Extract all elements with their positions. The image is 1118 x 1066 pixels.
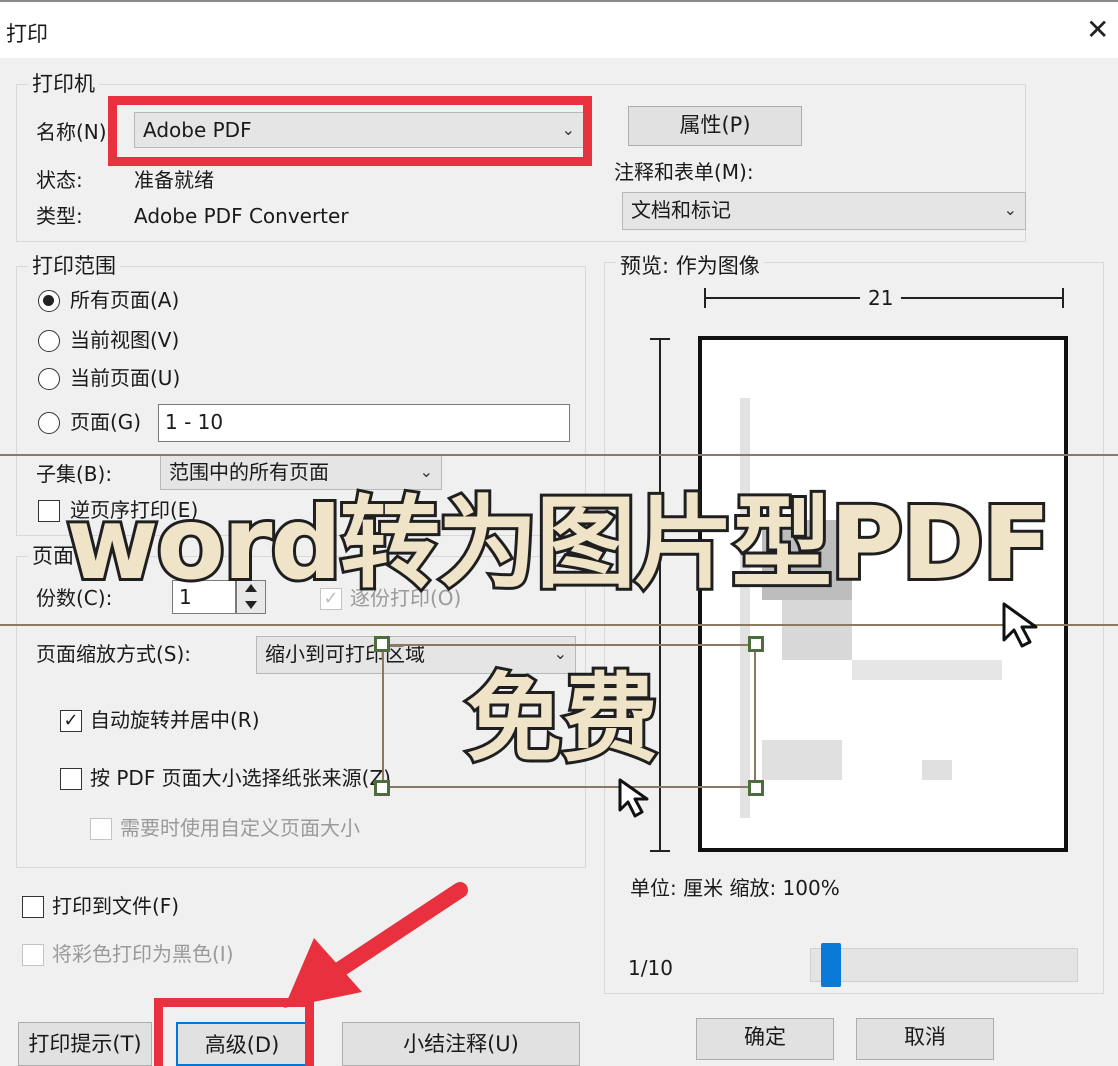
- choose-paper-checkbox[interactable]: [60, 768, 82, 790]
- close-icon[interactable]: ✕: [1086, 16, 1109, 44]
- print-black-checkbox[interactable]: [22, 944, 44, 966]
- current-view-label: 当前视图(V): [70, 328, 180, 352]
- overlay-line-bottom: [0, 624, 1118, 626]
- choose-paper-label: 按 PDF 页面大小选择纸张来源(Z): [90, 766, 391, 790]
- status-value: 准备就绪: [134, 168, 214, 192]
- comments-label: 注释和表单(M):: [614, 160, 754, 184]
- page-counter: 1/10: [628, 956, 673, 980]
- cancel-button[interactable]: 取消: [856, 1018, 994, 1060]
- print-tips-button[interactable]: 打印提示(T): [18, 1022, 152, 1066]
- highlight-box-printer: [108, 96, 592, 166]
- selection-handle[interactable]: [748, 780, 764, 796]
- comments-value: 文档和标记: [631, 198, 731, 222]
- custom-size-checkbox[interactable]: [90, 818, 112, 840]
- auto-rotate-label: 自动旋转并居中(R): [90, 708, 260, 732]
- status-label: 状态:: [36, 168, 83, 192]
- printer-name-label: 名称(N):: [36, 120, 114, 144]
- width-tick-right: [1062, 288, 1064, 308]
- title-bar: 打印 ✕: [0, 0, 1118, 58]
- preview-content-block: [762, 740, 842, 780]
- print-to-file-checkbox[interactable]: [22, 896, 44, 918]
- mouse-pointer-icon: [618, 778, 649, 818]
- units-scale-text: 单位: 厘米 缩放: 100%: [630, 876, 840, 900]
- radio-all-pages[interactable]: [38, 290, 60, 312]
- type-value: Adobe PDF Converter: [134, 204, 349, 228]
- width-dimension-value: 21: [860, 286, 902, 310]
- scaling-label: 页面缩放方式(S):: [36, 642, 192, 666]
- window-title: 打印: [6, 22, 48, 46]
- auto-rotate-checkbox[interactable]: ✓: [60, 710, 82, 732]
- height-tick-top: [650, 338, 670, 340]
- print-to-file-label: 打印到文件(F): [52, 894, 180, 918]
- radio-pages[interactable]: [38, 412, 60, 434]
- preview-content-block: [922, 760, 952, 780]
- subset-value: 范围中的所有页面: [169, 460, 329, 484]
- subset-label: 子集(B):: [36, 462, 113, 486]
- custom-size-label: 需要时使用自定义页面大小: [120, 816, 360, 840]
- reverse-checkbox[interactable]: [38, 500, 60, 522]
- pages-input[interactable]: 1 - 10: [158, 404, 570, 442]
- ok-button[interactable]: 确定: [696, 1018, 834, 1060]
- properties-button[interactable]: 属性(P): [628, 106, 802, 146]
- overlay-headline: word转为图片型PDF: [63, 482, 1054, 605]
- all-pages-label: 所有页面(A): [70, 288, 180, 312]
- preview-content-block: [782, 600, 852, 660]
- pages-label: 页面(G): [70, 410, 142, 434]
- overlay-subline: 免费: [463, 661, 661, 777]
- radio-current-page[interactable]: [38, 368, 60, 390]
- current-page-label: 当前页面(U): [70, 366, 181, 390]
- mouse-pointer-icon: [1002, 602, 1038, 648]
- summarize-comments-button[interactable]: 小结注释(U): [342, 1022, 580, 1066]
- print-range-legend: 打印范围: [28, 254, 120, 278]
- preview-content-line: [852, 660, 1002, 680]
- comments-dropdown[interactable]: 文档和标记 ⌄: [622, 192, 1026, 230]
- selection-handle[interactable]: [374, 636, 390, 652]
- selection-handle[interactable]: [748, 636, 764, 652]
- radio-current-view[interactable]: [38, 330, 60, 352]
- page-slider-thumb[interactable]: [821, 943, 841, 987]
- selection-handle[interactable]: [374, 780, 390, 796]
- height-tick-bottom: [650, 850, 670, 852]
- print-black-label: 将彩色打印为黑色(I): [52, 942, 234, 966]
- chevron-down-icon: ⌄: [1003, 200, 1017, 219]
- overlay-line-top: [0, 454, 1118, 456]
- red-arrow-icon: [284, 882, 468, 1008]
- preview-label: 预览: 作为图像: [616, 254, 764, 278]
- page-slider-track[interactable]: [810, 943, 1078, 987]
- width-tick-left: [704, 288, 706, 308]
- type-label: 类型:: [36, 204, 83, 228]
- printer-legend: 打印机: [28, 72, 99, 96]
